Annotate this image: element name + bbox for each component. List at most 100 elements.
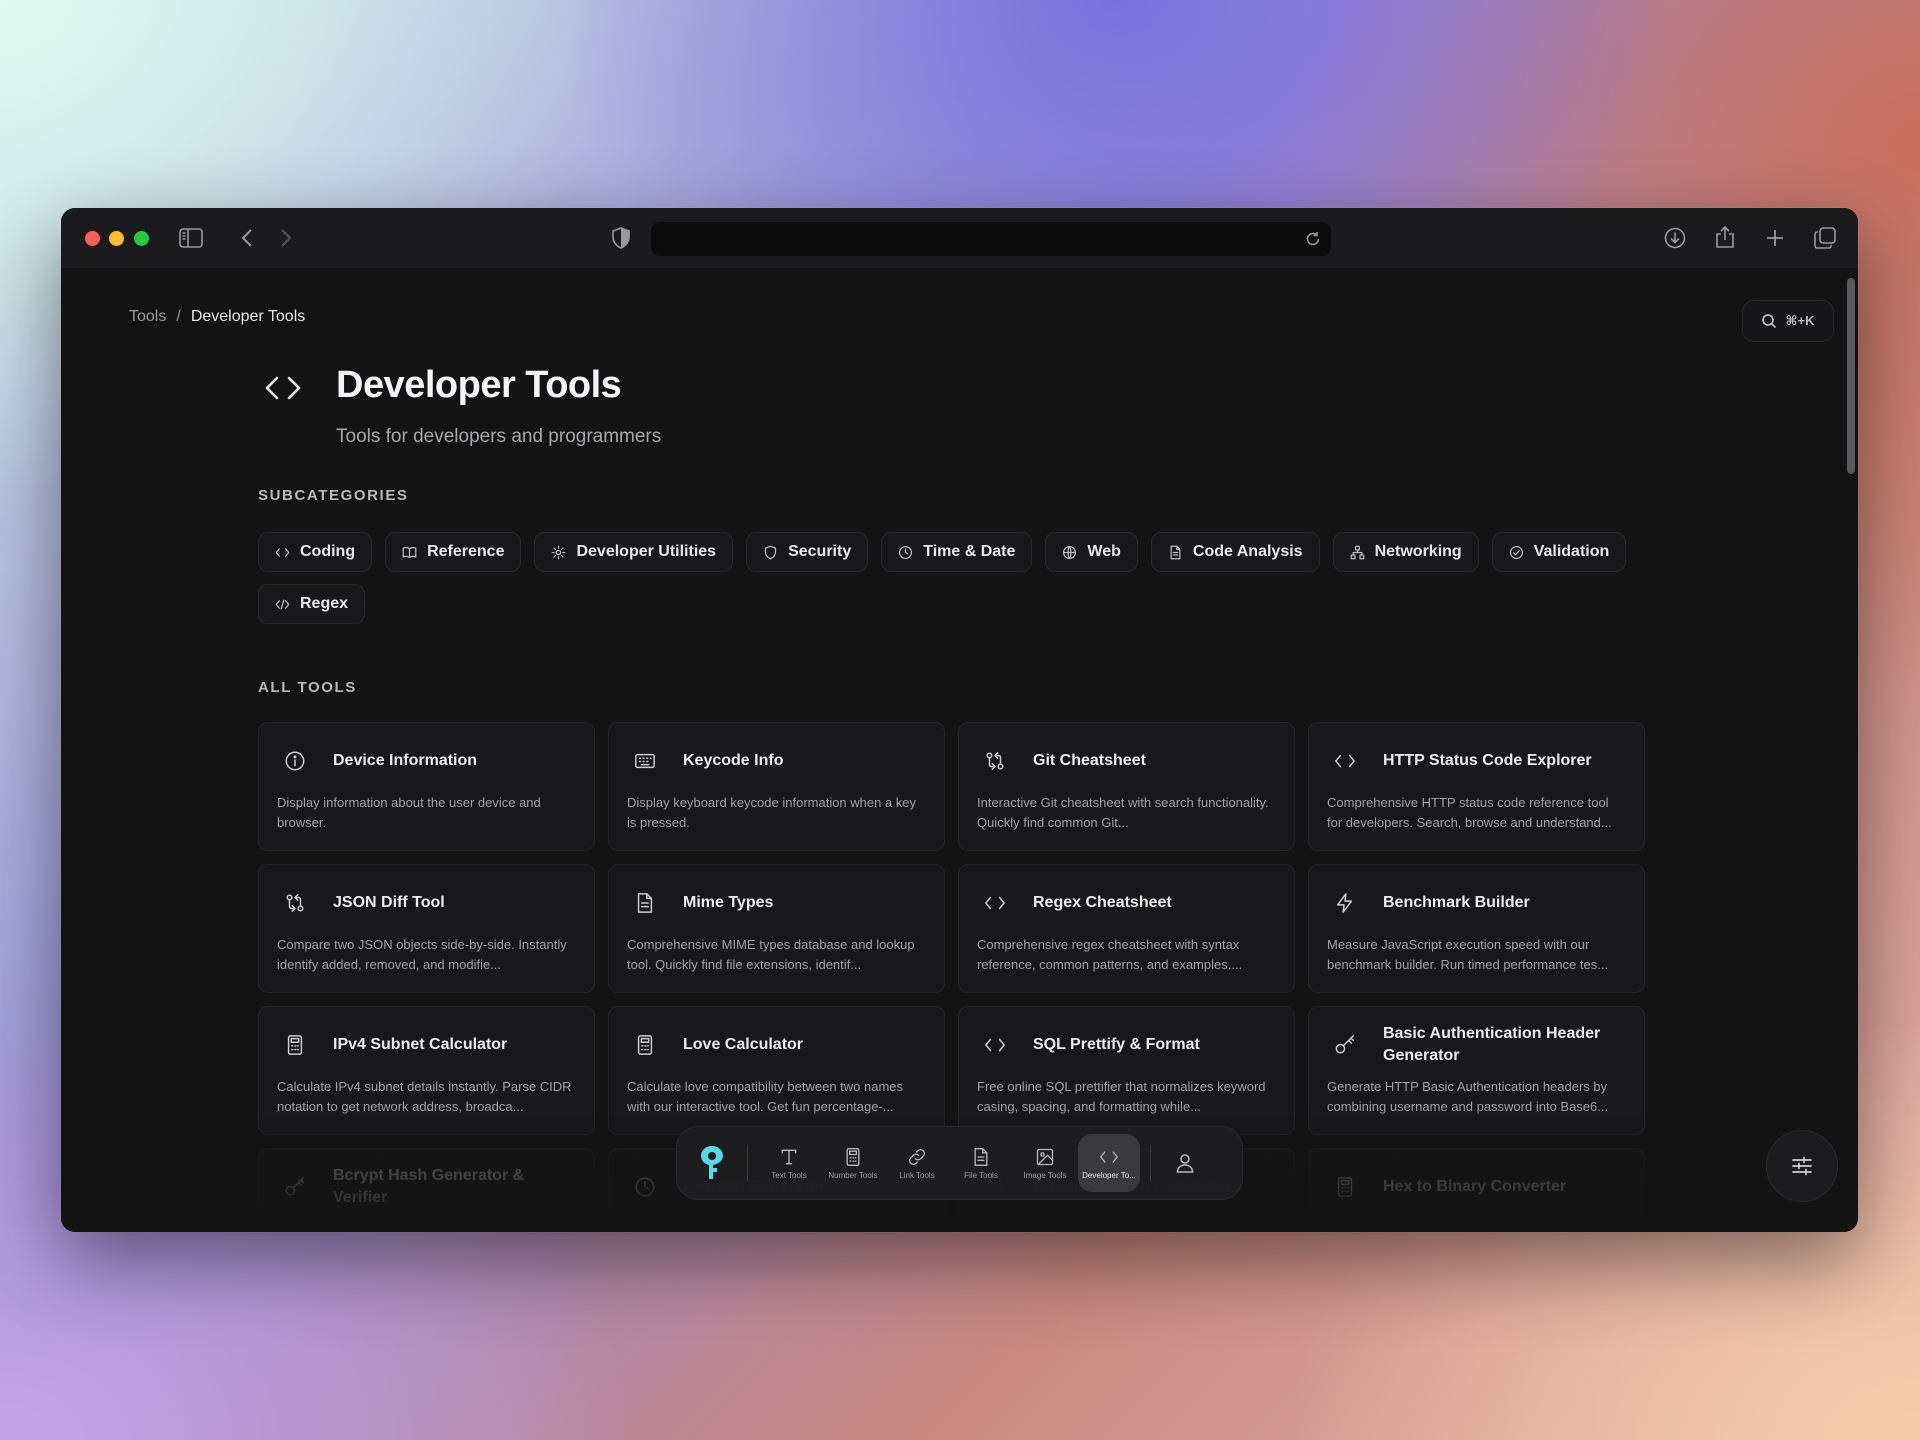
page-content: Tools / Developer Tools ⌘+K Developer To… (61, 268, 1858, 1232)
subcategory-chip-regex[interactable]: Regex (258, 584, 366, 624)
code-icon (985, 1038, 1005, 1052)
subcategory-chip-time-date[interactable]: Time & Date (881, 532, 1033, 572)
tool-name: SQL Prettify & Format (1033, 1036, 1200, 1053)
tabs-icon[interactable] (1811, 224, 1839, 252)
subcategory-chip-networking[interactable]: Networking (1332, 532, 1479, 572)
tool-card-ipv4-subnet-calculator[interactable]: IPv4 Subnet Calculator Calculate IPv4 sub… (258, 1006, 595, 1135)
tool-card-header: HTTP Status Code Explorer (1327, 741, 1626, 781)
check-circle-icon (1509, 545, 1523, 559)
back-icon[interactable] (233, 224, 261, 252)
search-shortcut: ⌘+K (1785, 313, 1815, 328)
subcategory-label: Validation (1533, 543, 1610, 560)
subcategory-chip-coding[interactable]: Coding (258, 532, 373, 572)
subcategory-label: Web (1087, 543, 1121, 560)
download-icon[interactable] (1661, 224, 1689, 252)
tool-card-device-information[interactable]: Device Information Display information ab… (258, 722, 595, 851)
link-icon (908, 1148, 926, 1165)
dock-item-link-tools[interactable]: Link Tools (886, 1134, 948, 1192)
shield-icon[interactable] (607, 224, 635, 252)
subcategory-label: Security (788, 543, 852, 560)
tool-name: Mime Types (683, 894, 774, 911)
minimize-window-button[interactable] (109, 231, 124, 246)
tool-description: Calculate love compatibility between two… (627, 1079, 904, 1114)
tool-card-header: Mime Types (627, 883, 926, 923)
subcategory-label: Time & Date (923, 543, 1016, 560)
tool-icon-wrap (977, 1034, 1013, 1056)
info-icon (285, 751, 305, 771)
maximize-window-button[interactable] (134, 231, 149, 246)
tool-card-header: Hex to Binary Converter (1327, 1167, 1626, 1207)
tool-icon-wrap (1327, 892, 1363, 914)
tool-icon-wrap (627, 750, 663, 772)
tool-name: Benchmark Builder (1383, 894, 1530, 911)
globe-icon (1063, 545, 1077, 559)
tool-card-bcrypt-hash-generator-verifier[interactable]: Bcrypt Hash Generator & Verifier (258, 1148, 595, 1232)
tool-card-http-status-code-explorer[interactable]: HTTP Status Code Explorer Comprehensive H… (1308, 722, 1645, 851)
breadcrumb-separator: / (176, 308, 181, 325)
subcategory-chip-security[interactable]: Security (746, 532, 869, 572)
reload-icon[interactable] (1300, 226, 1326, 252)
tool-description: Display information about the user devic… (277, 795, 541, 830)
tool-name: Basic Authentication Header Generator (1383, 1025, 1601, 1064)
scrollbar-thumb[interactable] (1847, 278, 1855, 474)
tool-description (627, 1219, 926, 1232)
dock-item-number-tools[interactable]: Number Tools (822, 1134, 884, 1192)
dock-item-label: Link Tools (899, 1170, 935, 1180)
tool-card-benchmark-builder[interactable]: Benchmark Builder Measure JavaScript exec… (1308, 864, 1645, 993)
tool-card-basic-authentication-header-generator[interactable]: Basic Authentication Header Generator Gen… (1308, 1006, 1645, 1135)
code-slash-icon (275, 599, 290, 609)
search-button[interactable]: ⌘+K (1742, 300, 1834, 342)
plus-icon[interactable] (1761, 224, 1789, 252)
tool-name: Hex to Binary Converter (1383, 1178, 1567, 1195)
dock-item-developer-to[interactable]: Developer To... (1078, 1134, 1140, 1192)
share-icon[interactable] (1711, 222, 1739, 252)
tool-name: Bcrypt Hash Generator & Verifier (333, 1167, 525, 1206)
forward-icon[interactable] (272, 224, 300, 252)
tool-name: Love Calculator (683, 1036, 804, 1053)
subcategory-chip-code-analysis[interactable]: Code Analysis (1150, 532, 1320, 572)
file-icon (1170, 545, 1181, 559)
close-window-button[interactable] (85, 231, 100, 246)
settings-fab[interactable] (1766, 1130, 1838, 1202)
subcategory-chip-validation[interactable]: Validation (1491, 532, 1627, 572)
sliders-icon (1792, 1156, 1812, 1176)
tool-card-mime-types[interactable]: Mime Types Comprehensive MIME types datab… (608, 864, 945, 993)
breadcrumb-root-link[interactable]: Tools (129, 308, 166, 326)
tool-card-sql-prettify-format[interactable]: SQL Prettify & Format Free online SQL pre… (958, 1006, 1295, 1135)
tool-description (277, 1219, 576, 1232)
subcategory-chip-web[interactable]: Web (1045, 532, 1138, 572)
tool-card-regex-cheatsheet[interactable]: Regex Cheatsheet Comprehensive regex chea… (958, 864, 1295, 993)
tool-card-header: Basic Authentication Header Generator (1327, 1025, 1626, 1065)
tool-card-header: Git Cheatsheet (977, 741, 1276, 781)
keyboard-icon (635, 753, 655, 769)
tool-card-header: Regex Cheatsheet (977, 883, 1276, 923)
subcategory-label: Code Analysis (1192, 543, 1303, 560)
tool-icon-wrap (977, 750, 1013, 772)
dock-item-image-tools[interactable]: Image Tools (1014, 1134, 1076, 1192)
tool-card-love-calculator[interactable]: Love Calculator Calculate love compatibil… (608, 1006, 945, 1135)
app-logo-icon[interactable] (687, 1138, 737, 1188)
tool-card-header: Love Calculator (627, 1025, 926, 1065)
subcategory-label: Developer Utilities (576, 543, 717, 560)
subcategory-label: Networking (1374, 543, 1462, 560)
dock-item-file-tools[interactable]: File Tools (950, 1134, 1012, 1192)
sidebar-toggle-icon[interactable] (177, 224, 205, 252)
profile-button[interactable] (1161, 1134, 1209, 1192)
tool-description: Generate HTTP Basic Authentication heade… (1327, 1079, 1609, 1114)
dock-divider (747, 1145, 748, 1181)
clock-icon (899, 545, 913, 559)
subcategory-list: Coding Reference Developer Utilities Securi… (258, 532, 1658, 624)
tool-card-keycode-info[interactable]: Keycode Info Display keyboard keycode inf… (608, 722, 945, 851)
subcategory-chip-reference[interactable]: Reference (385, 532, 522, 572)
tool-card-json-diff-tool[interactable]: JSON Diff Tool Compare two JSON objects s… (258, 864, 595, 993)
user-icon (1176, 1154, 1194, 1173)
tool-card-git-cheatsheet[interactable]: Git Cheatsheet Interactive Git cheatsheet… (958, 722, 1295, 851)
dock-item-text-tools[interactable]: Text Tools (758, 1134, 820, 1192)
tool-card-header: Bcrypt Hash Generator & Verifier (277, 1167, 576, 1207)
address-bar[interactable] (651, 222, 1331, 256)
tool-icon-wrap (627, 892, 663, 914)
subcategory-chip-developer-utilities[interactable]: Developer Utilities (534, 532, 734, 572)
network-icon (1350, 545, 1364, 559)
tool-card-hex-to-binary-converter[interactable]: Hex to Binary Converter (1308, 1148, 1645, 1232)
tool-name: JSON Diff Tool (333, 894, 445, 911)
